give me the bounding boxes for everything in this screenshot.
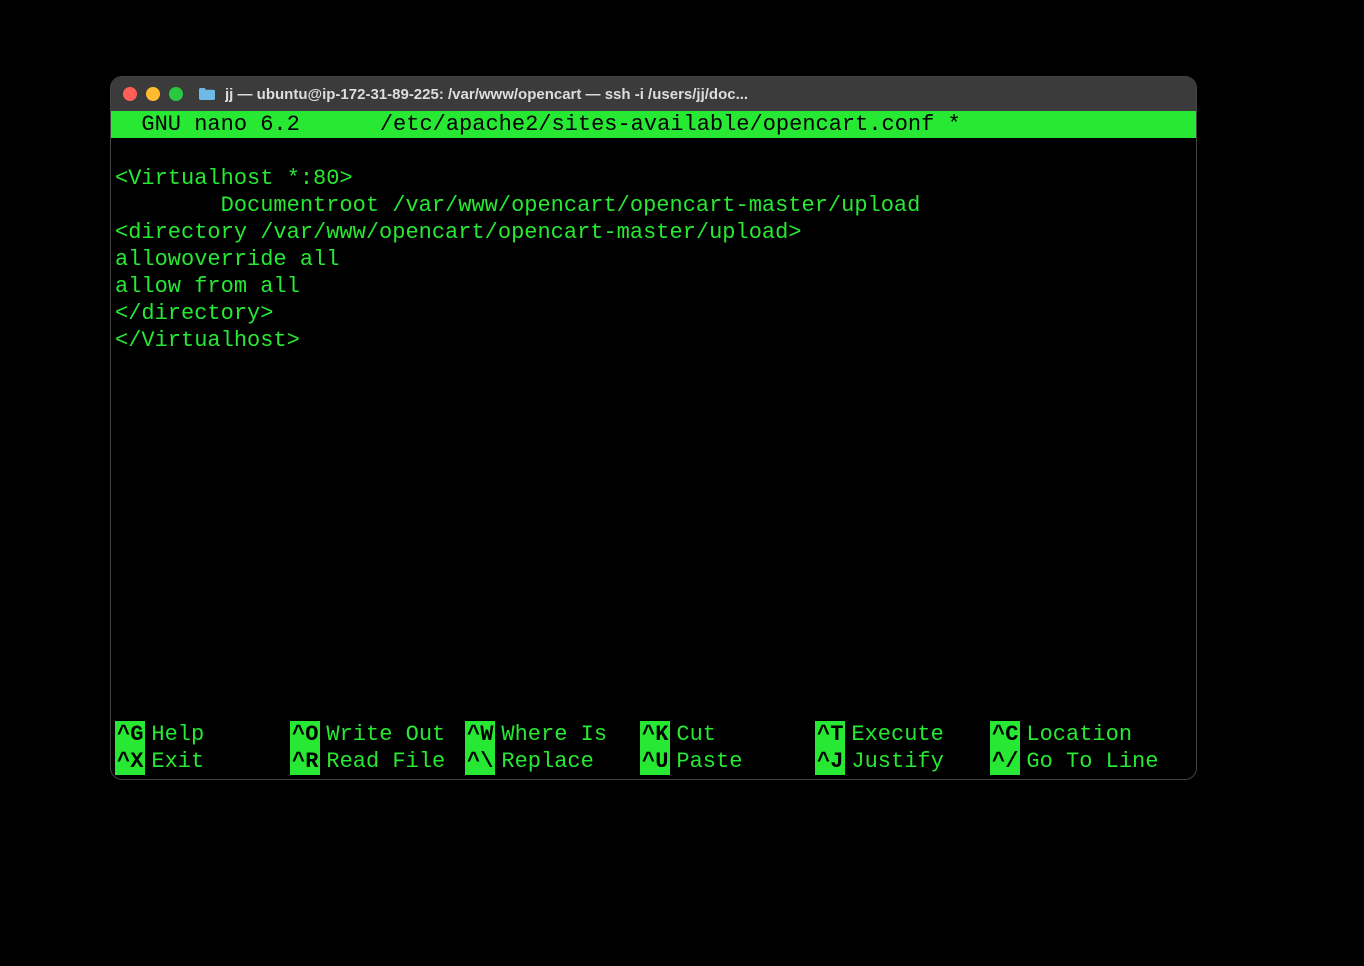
shortcut-whereis: ^WWhere Is (465, 721, 640, 748)
shortcut-key: ^O (290, 721, 320, 748)
shortcut-paste: ^UPaste (640, 748, 815, 775)
shortcut-key: ^K (640, 721, 670, 748)
shortcut-label: Replace (501, 748, 593, 775)
shortcut-label: Execute (851, 721, 943, 748)
terminal-area[interactable]: GNU nano 6.2 /etc/apache2/sites-availabl… (111, 111, 1196, 779)
shortcut-location: ^CLocation (990, 721, 1165, 748)
shortcut-label: Write Out (326, 721, 445, 748)
shortcut-key: ^C (990, 721, 1020, 748)
shortcut-label: Exit (151, 748, 204, 775)
shortcut-label: Read File (326, 748, 445, 775)
shortcut-key: ^U (640, 748, 670, 775)
editor-line: <Virtualhost *:80> (115, 166, 353, 191)
shortcut-writeout: ^OWrite Out (290, 721, 465, 748)
shortcut-key: ^G (115, 721, 145, 748)
shortcut-label: Location (1026, 721, 1132, 748)
editor-line: allowoverride all (115, 247, 339, 272)
shortcut-gotoline: ^/Go To Line (990, 748, 1165, 775)
nano-app-name: GNU nano 6.2 (115, 111, 300, 138)
editor-line: </Virtualhost> (115, 328, 300, 353)
editor-line: </directory> (115, 301, 273, 326)
shortcut-label: Where Is (501, 721, 607, 748)
shortcut-key: ^W (465, 721, 495, 748)
shortcut-exit: ^XExit (115, 748, 290, 775)
shortcut-label: Help (151, 721, 204, 748)
window-title: jj — ubuntu@ip-172-31-89-225: /var/www/o… (225, 86, 1184, 103)
shortcut-cut: ^KCut (640, 721, 815, 748)
terminal-window: jj — ubuntu@ip-172-31-89-225: /var/www/o… (110, 76, 1197, 780)
shortcut-key: ^\ (465, 748, 495, 775)
shortcut-key: ^T (815, 721, 845, 748)
shortcut-readfile: ^RRead File (290, 748, 465, 775)
shortcut-key: ^X (115, 748, 145, 775)
fullscreen-icon[interactable] (169, 87, 183, 101)
nano-header: GNU nano 6.2 /etc/apache2/sites-availabl… (111, 111, 1196, 138)
shortcut-label: Go To Line (1026, 748, 1158, 775)
editor-line: <directory /var/www/opencart/opencart-ma… (115, 220, 802, 245)
shortcut-help: ^GHelp (115, 721, 290, 748)
close-icon[interactable] (123, 87, 137, 101)
shortcut-row-1: ^GHelp ^OWrite Out ^WWhere Is ^KCut ^TEx… (115, 721, 1192, 748)
shortcut-key: ^R (290, 748, 320, 775)
nano-shortcuts: ^GHelp ^OWrite Out ^WWhere Is ^KCut ^TEx… (111, 721, 1196, 775)
shortcut-row-2: ^XExit ^RRead File ^\Replace ^UPaste ^JJ… (115, 748, 1192, 775)
editor-line: Documentroot /var/www/opencart/opencart-… (115, 193, 920, 218)
editor-body[interactable]: <Virtualhost *:80> Documentroot /var/www… (111, 138, 1196, 381)
editor-line: allow from all (115, 274, 300, 299)
traffic-lights (123, 87, 183, 101)
shortcut-key: ^J (815, 748, 845, 775)
window-titlebar[interactable]: jj — ubuntu@ip-172-31-89-225: /var/www/o… (111, 77, 1196, 111)
shortcut-label: Paste (676, 748, 742, 775)
shortcut-key: ^/ (990, 748, 1020, 775)
shortcut-label: Cut (676, 721, 716, 748)
minimize-icon[interactable] (146, 87, 160, 101)
shortcut-execute: ^TExecute (815, 721, 990, 748)
nano-file-name: /etc/apache2/sites-available/opencart.co… (300, 111, 1192, 138)
folder-icon (198, 87, 216, 101)
shortcut-justify: ^JJustify (815, 748, 990, 775)
shortcut-label: Justify (851, 748, 943, 775)
shortcut-replace: ^\Replace (465, 748, 640, 775)
